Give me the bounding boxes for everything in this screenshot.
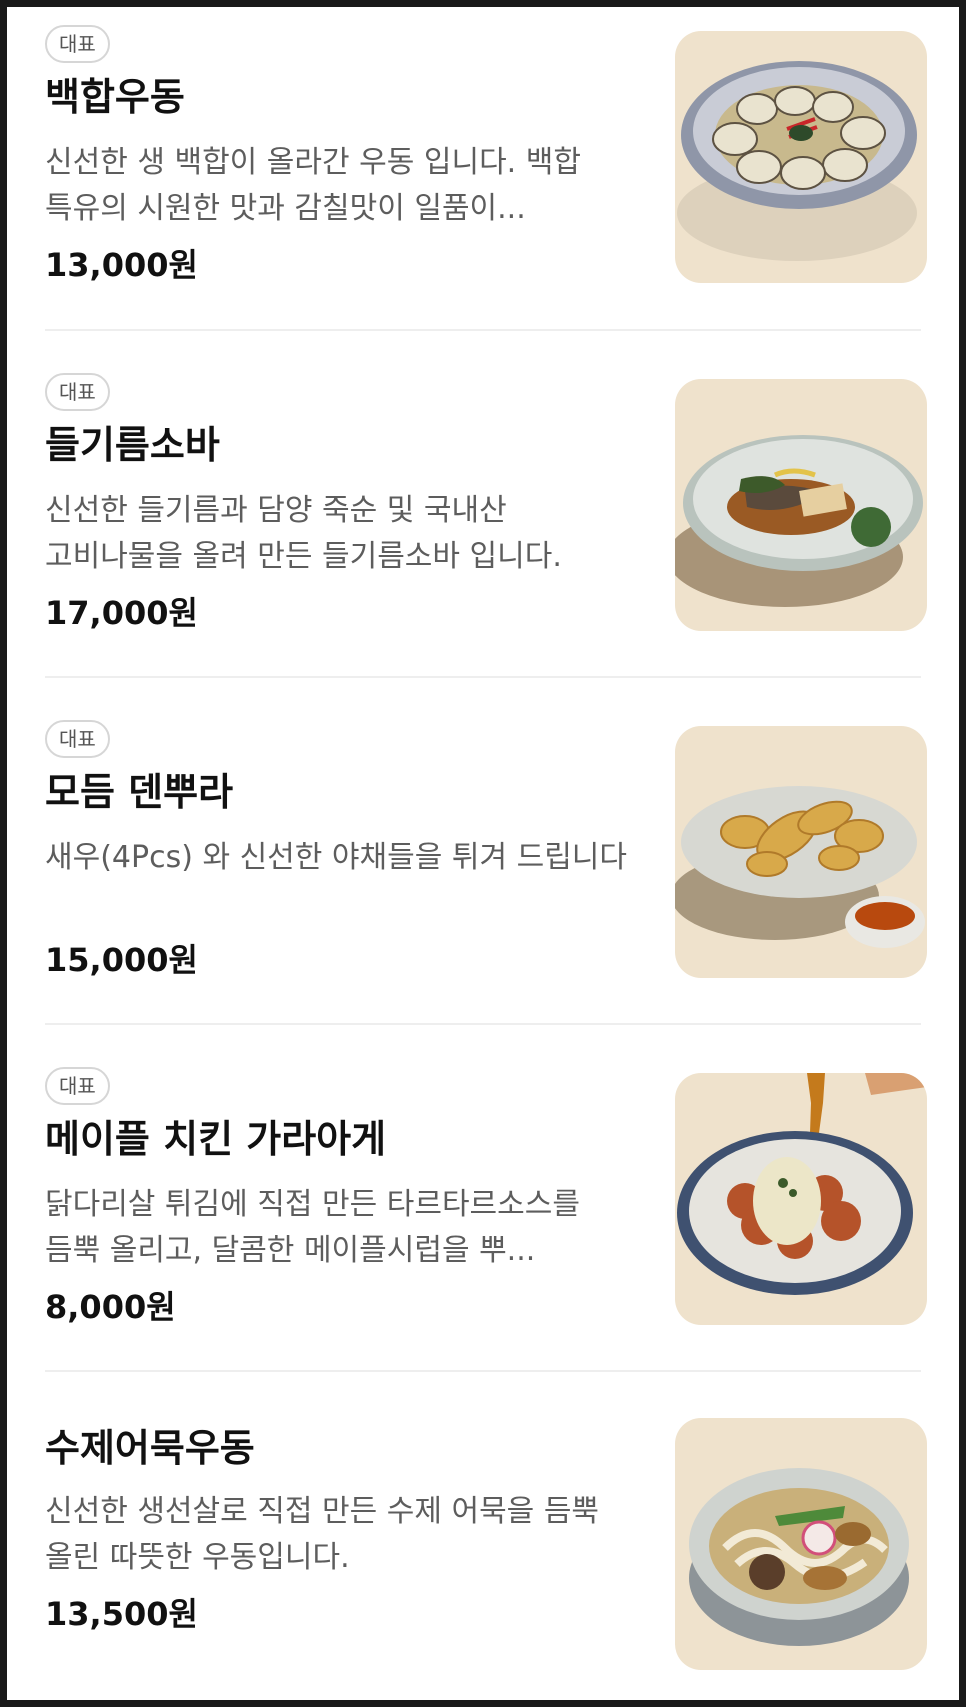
clam-udon-photo[interactable] — [675, 31, 927, 283]
menu-item-description: 닭다리살 튀김에 직접 만든 타르타르소스를 듬뿍 올리고, 달콤한 메이플시럽… — [45, 1187, 580, 1268]
menu-item-name: 백합우동 — [45, 75, 185, 119]
menu-item-name: 메이플 치킨 가라아게 — [45, 1117, 387, 1161]
menu-item-info: 대표 들기름소바 신선한 들기름과 담양 죽순 및 국내산 고비나물을 올려 만… — [45, 355, 635, 632]
signature-badge: 대표 — [45, 1067, 110, 1105]
menu-item-info: 대표 모듬 덴뿌라 새우(4Pcs) 와 신선한 야채들을 튀겨 드립니다 15… — [45, 702, 635, 979]
menu-item-info: 수제어묵우동 신선한 생선살로 직접 만든 수제 어묵을 듬뿍 올린 따뜻한 우… — [45, 1396, 635, 1648]
menu-item-description: 새우(4Pcs) 와 신선한 야채들을 튀겨 드립니다 — [45, 840, 627, 875]
menu-item-name: 들기름소바 — [45, 423, 220, 467]
menu-item-name: 모듬 덴뿌라 — [45, 770, 234, 814]
menu-item-fishcake-udon[interactable]: 수제어묵우동 신선한 생선살로 직접 만든 수제 어묵을 듬뿍 올린 따뜻한 우… — [45, 1396, 927, 1670]
signature-badge: 대표 — [45, 720, 110, 758]
divider — [45, 1023, 921, 1025]
divider — [45, 329, 921, 331]
menu-item-description: 신선한 들기름과 담양 죽순 및 국내산 고비나물을 올려 만든 들기름소바 입… — [45, 493, 562, 574]
signature-badge: 대표 — [45, 373, 110, 411]
menu-item-description: 신선한 생선살로 직접 만든 수제 어묵을 듬뿍 올린 따뜻한 우동입니다. — [45, 1494, 600, 1575]
menu-item-info: 대표 백합우동 신선한 생 백합이 올라간 우동 입니다. 백합 특유의 시원한… — [45, 7, 635, 284]
menu-item-price: 8,000원 — [45, 1288, 176, 1326]
menu-item-price: 13,500원 — [45, 1595, 198, 1633]
menu-screen: 대표 백합우동 신선한 생 백합이 올라간 우동 입니다. 백합 특유의 시원한… — [7, 7, 959, 1700]
divider — [45, 1370, 921, 1372]
menu-item-price: 13,000원 — [45, 246, 198, 284]
tempura-photo[interactable] — [675, 726, 927, 978]
karaage-photo[interactable] — [675, 1073, 927, 1325]
divider — [45, 676, 921, 678]
fishcake-udon-photo[interactable] — [675, 1418, 927, 1670]
menu-item-maple-karaage[interactable]: 대표 메이플 치킨 가라아게 닭다리살 튀김에 직접 만든 타르타르소스를 듬뿍… — [45, 1049, 927, 1326]
signature-badge: 대표 — [45, 25, 110, 63]
menu-item-baekhap-udon[interactable]: 대표 백합우동 신선한 생 백합이 올라간 우동 입니다. 백합 특유의 시원한… — [45, 7, 927, 284]
menu-item-info: 대표 메이플 치킨 가라아게 닭다리살 튀김에 직접 만든 타르타르소스를 듬뿍… — [45, 1049, 635, 1326]
menu-item-description: 신선한 생 백합이 올라간 우동 입니다. 백합 특유의 시원한 맛과 감칠맛이… — [45, 145, 581, 226]
menu-item-name: 수제어묵우동 — [45, 1426, 255, 1470]
perilla-soba-photo[interactable] — [675, 379, 927, 631]
menu-item-price: 17,000원 — [45, 594, 198, 632]
menu-item-tempura[interactable]: 대표 모듬 덴뿌라 새우(4Pcs) 와 신선한 야채들을 튀겨 드립니다 15… — [45, 702, 927, 979]
menu-item-perilla-soba[interactable]: 대표 들기름소바 신선한 들기름과 담양 죽순 및 국내산 고비나물을 올려 만… — [45, 355, 927, 632]
menu-item-price: 15,000원 — [45, 941, 198, 979]
